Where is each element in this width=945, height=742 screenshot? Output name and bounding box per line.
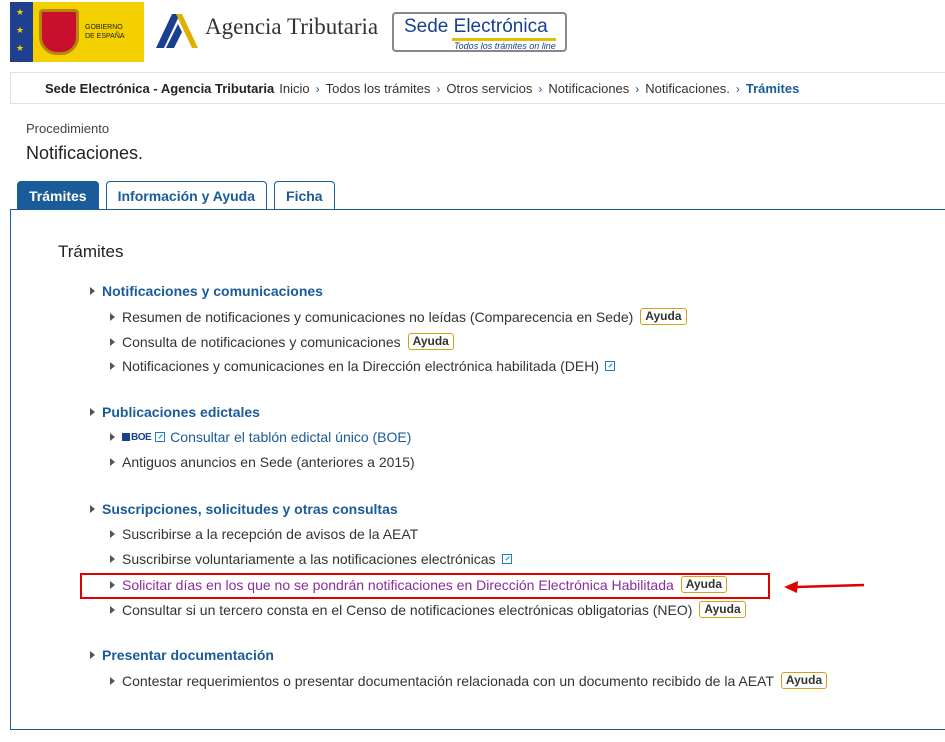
chevron-right-icon: › [436,81,441,96]
breadcrumb-site[interactable]: Sede Electrónica - Agencia Tributaria [45,81,274,96]
gobierno-text-1: GOBIERNO [85,24,123,31]
caret-right-icon [110,676,115,685]
tab-informacion-ayuda[interactable]: Información y Ayuda [105,181,268,210]
list-item-consultar-neo[interactable]: Consultar si un tercero consta en el Cen… [110,601,746,618]
caret-right-icon [90,505,95,513]
caret-right-icon [110,312,115,321]
page-title: Notificaciones. [26,143,144,163]
item-label: Suscribirse voluntariamente a las notifi… [122,551,496,567]
item-label: Notificaciones y comunicaciones en la Di… [122,358,599,374]
coat-of-arms-icon [39,9,79,55]
chevron-right-icon: › [735,81,740,96]
chevron-right-icon: › [635,81,640,96]
procedure-label: Procedimiento [26,121,110,136]
external-link-icon [155,432,166,442]
breadcrumb: Sede Electrónica - Agencia Tributaria In… [10,72,945,104]
item-label: Consultar si un tercero consta en el Cen… [122,601,693,618]
breadcrumb-todos-tramites[interactable]: Todos los trámites [326,81,431,96]
breadcrumb-tramites: Trámites [745,81,800,96]
caret-right-icon [90,408,95,416]
boe-logo-icon: BOE [122,432,152,443]
gobierno-text-2: DE ESPAÑA [85,33,125,40]
caret-right-icon [90,287,95,295]
list-item-deh[interactable]: Notificaciones y comunicaciones en la Di… [110,358,615,374]
item-label: Antiguos anuncios en Sede (anteriores a … [122,454,415,470]
tab-bar: Trámites Información y Ayuda Ficha [17,181,342,210]
site-header: ★ ★ ★ GOBIERNO DE ESPAÑA Agencia Tributari… [0,0,945,64]
ayuda-button[interactable]: Ayuda [407,333,454,350]
section-title: Publicaciones edictales [102,404,260,420]
breadcrumb-notificaciones[interactable]: Notificaciones [548,81,629,96]
panel-title: Trámites [58,242,124,261]
aeat-logo-icon[interactable] [152,10,200,54]
tab-tramites[interactable]: Trámites [17,181,99,210]
breadcrumb-otros-servicios[interactable]: Otros servicios [446,81,532,96]
caret-right-icon [90,651,95,659]
list-item-contestar-requerimientos[interactable]: Contestar requerimientos o presentar doc… [110,672,828,689]
arrow-left-icon [784,581,865,593]
chevron-right-icon: › [538,81,543,96]
list-item-antiguos-anuncios[interactable]: Antiguos anuncios en Sede (anteriores a … [110,454,415,470]
section-title: Presentar documentación [102,647,274,663]
list-item-suscribirse-voluntariamente[interactable]: Suscribirse voluntariamente a las notifi… [110,551,512,567]
sede-title: Sede Electrónica [404,16,548,37]
item-label: Resumen de notificaciones y comunicacion… [122,308,634,325]
section-publicaciones-edictales[interactable]: Publicaciones edictales [90,404,260,420]
section-suscripciones-solicitudes[interactable]: Suscripciones, solicitudes y otras consu… [90,501,398,517]
section-title: Suscripciones, solicitudes y otras consu… [102,501,398,517]
breadcrumb-inicio[interactable]: Inicio [279,81,309,96]
caret-right-icon [110,337,115,346]
item-label: Contestar requerimientos o presentar doc… [122,672,774,689]
gobierno-espana-logo[interactable]: ★ ★ ★ GOBIERNO DE ESPAÑA [10,2,144,62]
ayuda-button[interactable]: Ayuda [780,672,828,689]
sede-electronica-logo[interactable]: Sede Electrónica Todos los trámites on l… [392,12,567,52]
item-label: Consultar el tablón edictal único (BOE) [170,429,412,445]
section-title: Notificaciones y comunicaciones [102,283,323,299]
tab-ficha[interactable]: Ficha [274,181,335,210]
section-notificaciones-comunicaciones[interactable]: Notificaciones y comunicaciones [90,283,323,299]
caret-right-icon [110,605,115,614]
breadcrumb-notificaciones-proc[interactable]: Notificaciones. [645,81,730,96]
agency-name[interactable]: Agencia Tributaria [205,14,378,40]
external-link-icon [605,361,615,371]
item-label: Suscribirse a la recepción de avisos de … [122,526,419,542]
caret-right-icon [110,530,115,538]
external-link-icon [501,554,512,564]
ayuda-button[interactable]: Ayuda [699,601,746,618]
item-label: Consulta de notificaciones y comunicacio… [122,333,401,350]
list-item-resumen-no-leidas[interactable]: Resumen de notificaciones y comunicacion… [110,308,687,325]
ayuda-button[interactable]: Ayuda [640,308,687,325]
caret-right-icon [110,433,115,441]
caret-right-icon [110,555,115,563]
caret-right-icon [110,362,115,370]
sede-subtitle: Todos los trámites on line [454,41,556,51]
chevron-right-icon: › [315,81,320,96]
section-presentar-documentacion[interactable]: Presentar documentación [90,647,274,663]
list-item-consulta-notificaciones[interactable]: Consulta de notificaciones y comunicacio… [110,333,454,350]
caret-right-icon [110,458,115,466]
highlight-box [80,573,770,599]
list-item-suscribirse-avisos[interactable]: Suscribirse a la recepción de avisos de … [110,526,418,542]
list-item-tablon-edictal[interactable]: BOE Consultar el tablón edictal único (B… [110,429,411,445]
eu-flag-icon: ★ ★ ★ [10,2,33,62]
